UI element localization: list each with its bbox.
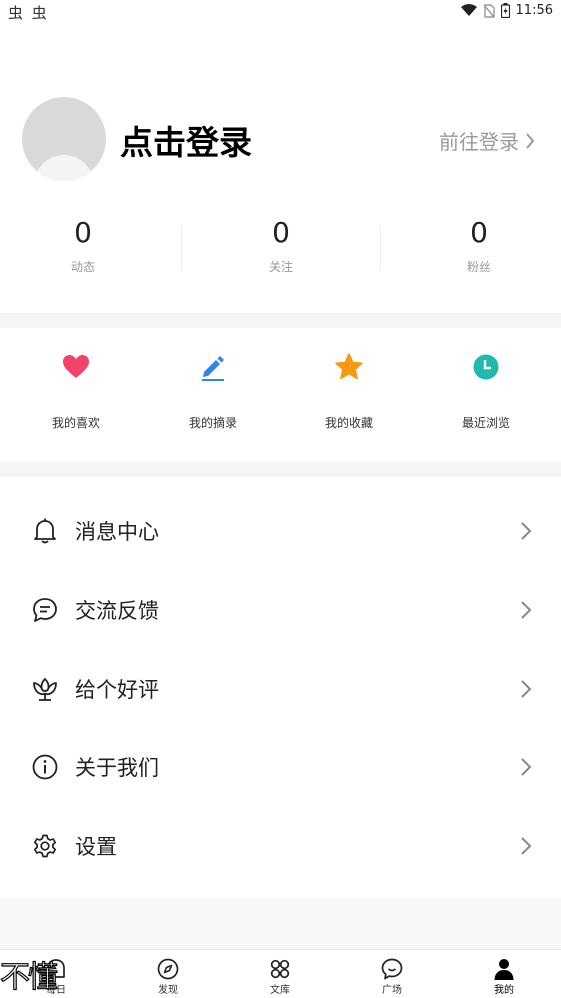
chevron-right-icon	[521, 522, 532, 540]
menu-item-label: 给个好评	[75, 678, 159, 702]
nav-label: 文库	[270, 985, 290, 996]
gear-icon	[33, 834, 57, 858]
stat-label: 关注	[268, 260, 293, 274]
nav-discover[interactable]: 发现	[112, 950, 224, 998]
nav-label: 我的	[494, 985, 514, 996]
menu-item-label: 关于我们	[75, 756, 159, 780]
info-icon	[32, 754, 58, 780]
goto-login-link[interactable]: 前往登录	[439, 126, 535, 155]
status-time: 11:56	[515, 3, 553, 18]
menu-item-messages[interactable]: 消息中心	[0, 492, 561, 570]
divider	[380, 226, 381, 270]
stat-posts[interactable]: 0 动态	[23, 214, 143, 275]
heart-icon	[63, 355, 89, 378]
person-icon	[494, 959, 514, 980]
status-icons: 11:56	[460, 3, 553, 18]
nav-label: 广场	[382, 985, 402, 996]
section-gap	[0, 462, 561, 477]
action-label: 最近浏览	[461, 416, 510, 430]
nav-library[interactable]: 文库	[224, 950, 336, 998]
grid-icon	[270, 959, 290, 979]
menu-item-about[interactable]: 关于我们	[0, 728, 561, 806]
pencil-icon	[202, 356, 224, 381]
stat-following[interactable]: 0 关注	[221, 214, 341, 275]
stat-label: 动态	[70, 260, 95, 274]
chat-bubble-icon	[33, 598, 57, 622]
chevron-right-icon	[521, 837, 532, 855]
login-title[interactable]: 点击登录	[120, 116, 252, 164]
action-label: 我的摘录	[188, 416, 237, 430]
quick-actions: 我的喜欢 我的摘录 我的收藏 最近浏览	[0, 328, 561, 462]
star-icon	[335, 353, 363, 380]
menu-item-label: 交流反馈	[75, 599, 159, 623]
menu-item-feedback[interactable]: 交流反馈	[0, 571, 561, 649]
goto-login-label: 前往登录	[439, 130, 519, 154]
avatar-silhouette	[34, 155, 94, 181]
chevron-right-icon	[521, 680, 532, 698]
menu-item-label: 消息中心	[75, 520, 159, 544]
clock-icon	[473, 354, 499, 380]
divider	[181, 226, 182, 270]
nav-mine[interactable]: 我的	[448, 950, 560, 998]
avatar[interactable]	[22, 97, 106, 181]
nav-label: 发现	[158, 985, 178, 996]
chat-smile-icon	[381, 958, 403, 980]
stat-value: 0	[74, 216, 92, 249]
bottom-nav: 每日 发现 文库 广场 我的	[0, 949, 561, 998]
stat-followers[interactable]: 0 粉丝	[419, 214, 539, 275]
stat-value: 0	[272, 216, 290, 249]
action-label: 我的收藏	[324, 416, 373, 430]
section-gap	[0, 313, 561, 328]
nav-square[interactable]: 广场	[336, 950, 448, 998]
stats-row: 0 动态 0 关注 0 粉丝	[0, 214, 561, 284]
battery-icon	[500, 3, 510, 18]
stat-value: 0	[470, 216, 488, 249]
menu-item-label: 设置	[75, 835, 117, 859]
bottom-gap	[0, 898, 561, 949]
menu-item-settings[interactable]: 设置	[0, 807, 561, 885]
overlay-text: 不懂	[0, 959, 59, 995]
status-bar: 虫 虫 11:56	[0, 0, 561, 24]
compass-icon	[157, 958, 179, 980]
stat-label: 粉丝	[466, 260, 491, 274]
action-label: 我的喜欢	[51, 416, 100, 430]
chevron-right-icon	[526, 132, 535, 149]
no-sim-icon	[482, 3, 495, 18]
bell-icon	[34, 518, 56, 544]
chevron-right-icon	[521, 601, 532, 619]
menu-item-rate[interactable]: 给个好评	[0, 650, 561, 728]
flower-icon	[33, 678, 57, 701]
chevron-right-icon	[521, 758, 532, 776]
wifi-icon	[460, 4, 477, 16]
notification-icons: 虫 虫	[8, 4, 49, 22]
